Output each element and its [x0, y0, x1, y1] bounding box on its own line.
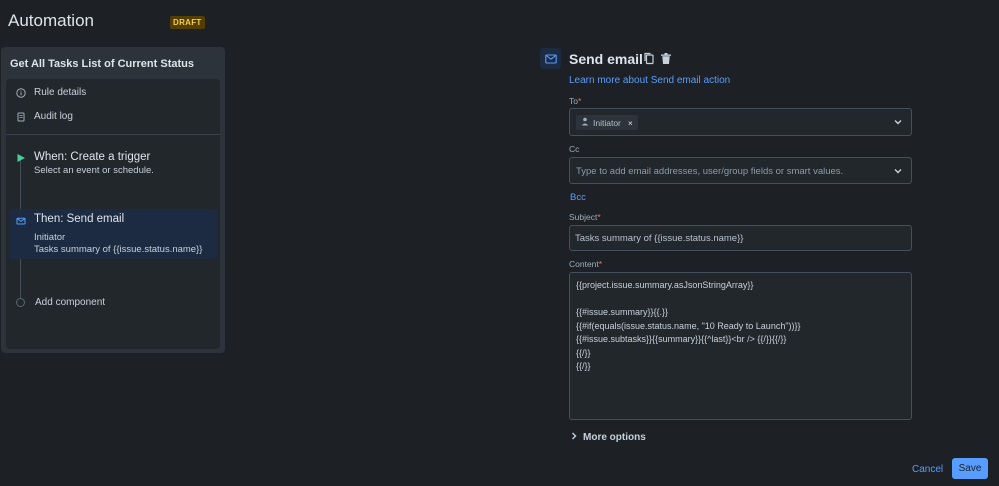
nav-label: Audit log — [34, 111, 73, 122]
subject-label: Subject* — [569, 212, 601, 222]
more-options-toggle[interactable]: More options — [571, 432, 646, 443]
chip-remove-icon[interactable]: × — [628, 118, 633, 128]
rule-title: Get All Tasks List of Current Status — [10, 58, 194, 70]
learn-more-link[interactable]: Learn more about Send email action — [569, 75, 730, 86]
to-label: To* — [569, 96, 582, 106]
document-icon — [16, 112, 26, 122]
rule-panel: Get All Tasks List of Current Status Rul… — [1, 47, 225, 353]
cc-select[interactable]: Type to add email addresses, user/group … — [569, 157, 912, 184]
content-value: {{project.issue.summary.asJsonStringArra… — [576, 280, 801, 371]
nav-rule-details[interactable]: Rule details — [16, 87, 86, 98]
cc-label: Cc — [569, 144, 580, 154]
action-subject: Tasks summary of {{issue.status.name}} — [34, 244, 203, 255]
trigger-subtitle: Select an event or schedule. — [34, 165, 154, 176]
recipient-chip: Initiator × — [576, 115, 638, 130]
divider — [6, 134, 220, 135]
content-textarea[interactable]: {{project.issue.summary.asJsonStringArra… — [569, 272, 912, 420]
chip-label: Initiator — [593, 117, 621, 128]
content-label: Content* — [569, 259, 603, 269]
user-icon — [581, 117, 589, 128]
action-title: Then: Send email — [34, 213, 125, 225]
send-email-icon — [540, 48, 561, 69]
cancel-button[interactable]: Cancel — [907, 461, 948, 478]
action-recipient: Initiator — [34, 232, 66, 243]
more-options-label: More options — [583, 432, 646, 443]
draft-badge: DRAFT — [170, 16, 205, 29]
bcc-link[interactable]: Bcc — [570, 192, 586, 203]
page-title: Automation — [8, 11, 94, 30]
chevron-right-icon — [571, 432, 577, 443]
nav-audit-log[interactable]: Audit log — [16, 111, 73, 122]
chevron-down-icon[interactable] — [894, 166, 902, 176]
trigger-step[interactable]: When: Create a trigger Select an event o… — [16, 151, 154, 176]
add-component-button[interactable]: Add component — [35, 297, 105, 308]
trash-icon[interactable] — [660, 52, 672, 65]
cc-placeholder: Type to add email addresses, user/group … — [576, 166, 844, 177]
to-select[interactable]: Initiator × — [569, 108, 912, 136]
subject-value: Tasks summary of {{issue.status.name}} — [575, 233, 744, 244]
form-title: Send email — [569, 51, 643, 67]
trigger-title: When: Create a trigger — [34, 151, 151, 163]
nav-label: Rule details — [34, 87, 87, 98]
email-icon — [16, 216, 26, 229]
copy-icon[interactable] — [643, 52, 655, 65]
info-icon — [16, 87, 26, 98]
save-button[interactable]: Save — [952, 458, 988, 479]
play-icon — [16, 153, 26, 166]
chevron-down-icon[interactable] — [894, 117, 902, 127]
rule-components: Rule details Audit log When: Create a tr… — [6, 79, 220, 349]
add-component-dot-icon — [16, 298, 25, 307]
subject-input[interactable]: Tasks summary of {{issue.status.name}} — [569, 225, 912, 251]
action-step-send-email[interactable]: Then: Send email Initiator Tasks summary… — [9, 209, 217, 259]
